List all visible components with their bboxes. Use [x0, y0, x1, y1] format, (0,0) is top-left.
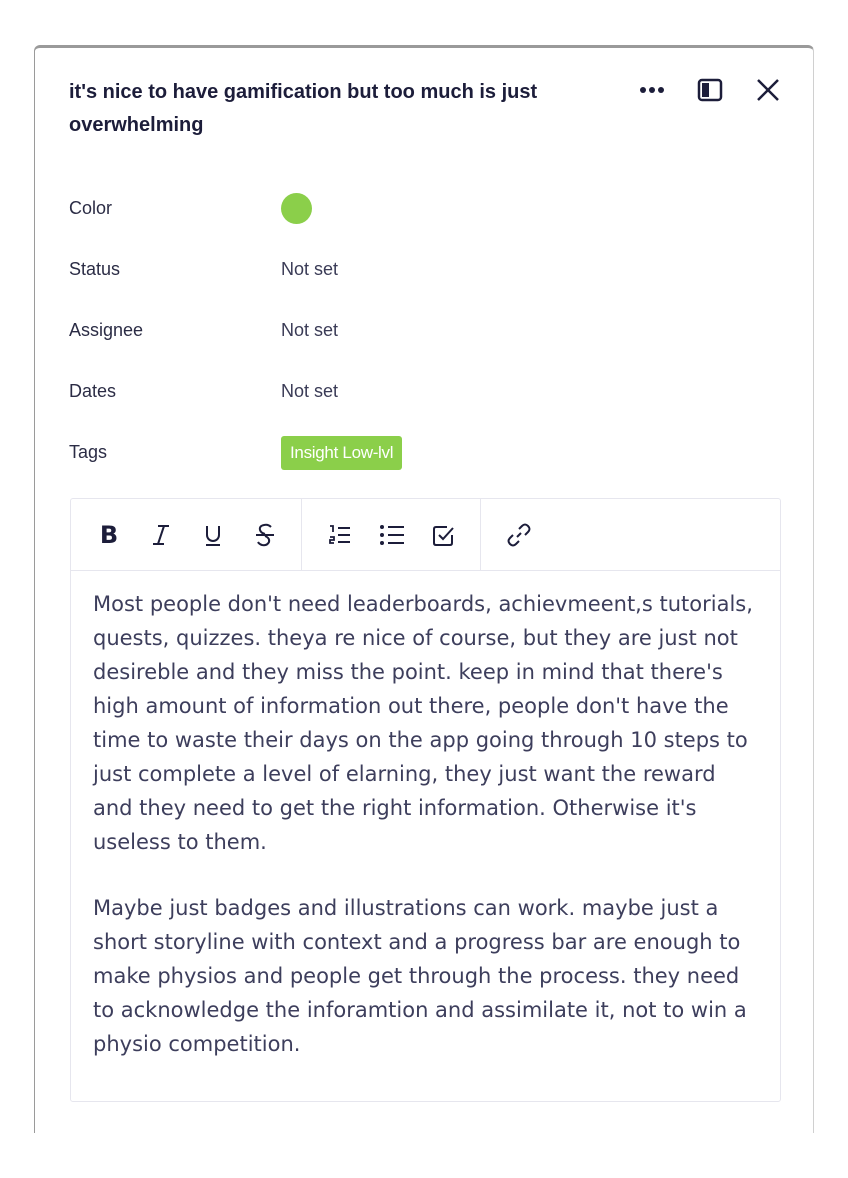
italic-icon — [153, 524, 169, 545]
bold-button[interactable]: B — [83, 515, 135, 555]
dates-value[interactable]: Not set — [281, 381, 338, 402]
link-group — [481, 499, 555, 570]
italic-button[interactable] — [135, 515, 187, 555]
close-button[interactable] — [753, 75, 783, 105]
bullet-list-icon — [380, 524, 404, 545]
close-icon — [757, 79, 779, 101]
tags-row: Tags Insight Low-lvl — [69, 422, 769, 483]
checklist-button[interactable] — [418, 515, 470, 555]
list-group — [302, 499, 481, 570]
more-options-button[interactable] — [637, 75, 667, 105]
link-icon — [507, 523, 531, 546]
toggle-sidebar-button[interactable] — [695, 75, 725, 105]
description-text[interactable]: Most people don't need leaderboards, ach… — [71, 571, 780, 1113]
assignee-label: Assignee — [69, 320, 144, 340]
tag-badge[interactable]: Insight Low-lvl — [281, 435, 403, 470]
formatting-toolbar: B — [71, 499, 780, 571]
card-properties: Color Status Not set Assignee Not set Da… — [69, 178, 769, 483]
strikethrough-button[interactable] — [239, 515, 291, 555]
numbered-list-button[interactable] — [314, 515, 366, 555]
description-paragraph: Most people don't need leaderboards, ach… — [93, 592, 753, 854]
color-row: Color — [69, 178, 769, 239]
status-label: Status — [69, 259, 121, 279]
dates-row: Dates Not set — [69, 361, 769, 422]
link-button[interactable] — [493, 515, 545, 555]
sidebar-toggle-icon — [697, 78, 723, 102]
description-paragraph: Maybe just badges and illustrations can … — [93, 896, 747, 1056]
assignee-row: Assignee Not set — [69, 300, 769, 361]
card-title[interactable]: it's nice to have gamification but too m… — [69, 76, 599, 142]
underline-icon — [206, 525, 220, 546]
description-editor: B Most people don't need leaderboards, a… — [70, 498, 781, 1102]
status-row: Status Not set — [69, 239, 769, 300]
header-actions — [637, 75, 783, 105]
more-icon — [640, 87, 664, 93]
color-swatch[interactable] — [281, 193, 312, 224]
tags-value: Insight Low-lvl — [281, 435, 403, 470]
checklist-icon — [433, 525, 454, 546]
numbered-list-icon — [329, 524, 350, 544]
card-detail-panel: it's nice to have gamification but too m… — [34, 45, 814, 1133]
strikethrough-icon — [256, 523, 274, 546]
tags-label: Tags — [69, 442, 108, 462]
text-style-group: B — [71, 499, 302, 570]
bold-icon: B — [99, 520, 119, 549]
underline-button[interactable] — [187, 515, 239, 555]
dates-label: Dates — [69, 381, 117, 401]
bullet-list-button[interactable] — [366, 515, 418, 555]
assignee-value[interactable]: Not set — [281, 320, 338, 341]
status-value[interactable]: Not set — [281, 259, 338, 280]
color-label: Color — [69, 198, 113, 218]
